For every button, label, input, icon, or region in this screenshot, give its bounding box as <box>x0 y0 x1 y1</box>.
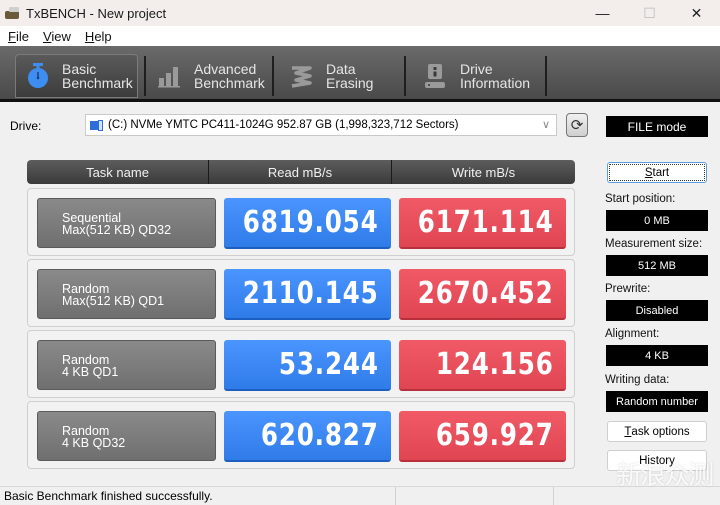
watermark: 新浪众测 <box>615 461 714 491</box>
prewrite-value[interactable]: Disabled <box>606 300 708 321</box>
results-table-header: Task name Read mB/s Write mB/s <box>27 160 575 184</box>
table-row: Sequential Max(512 KB) QD32 6819.054 6171… <box>27 188 575 256</box>
tab-advanced-benchmark[interactable]: Advanced Benchmark <box>148 54 268 98</box>
tab-basic-benchmark[interactable]: Basic Benchmark <box>15 54 138 98</box>
alignment-value[interactable]: 4 KB <box>606 345 708 366</box>
menu-help[interactable]: Help <box>85 29 112 44</box>
read-value: 620.827 <box>224 411 391 462</box>
window-title: TxBENCH - New project <box>26 5 167 21</box>
table-row: Random 4 KB QD1 53.244 124.156 <box>27 330 575 398</box>
status-separator <box>395 487 396 505</box>
tab-separator <box>404 56 406 96</box>
stopwatch-icon <box>24 62 52 90</box>
writing-data-value[interactable]: Random number <box>606 391 708 412</box>
write-value: 6171.114 <box>399 198 566 249</box>
tab-separator <box>272 56 274 96</box>
task-button[interactable]: Sequential Max(512 KB) QD32 <box>37 198 216 248</box>
file-mode-indicator: FILE mode <box>606 116 708 137</box>
refresh-icon: ⟳ <box>570 117 584 134</box>
drive-row: Drive: (C:) NVMe YMTC PC411-1024G 952.87… <box>0 113 720 139</box>
header-write: Write mB/s <box>451 164 516 180</box>
menu-bar: File View Help <box>0 26 720 46</box>
writing-data-label: Writing data: <box>605 374 670 386</box>
title-bar: TxBENCH - New project — ☐ ✕ <box>0 0 720 26</box>
read-value: 2110.145 <box>224 269 391 320</box>
header-read: Read mB/s <box>209 160 392 184</box>
menu-view[interactable]: View <box>43 29 71 44</box>
task-options-button[interactable]: Task options <box>607 421 707 442</box>
close-button[interactable]: ✕ <box>673 0 720 26</box>
header-task-name: Task name <box>27 160 209 184</box>
alignment-label: Alignment: <box>605 328 660 340</box>
drive-info-icon <box>422 62 450 90</box>
app-icon <box>5 6 21 20</box>
drive-select[interactable]: (C:) NVMe YMTC PC411-1024G 952.87 GB (1,… <box>85 114 557 136</box>
write-value: 659.927 <box>399 411 566 462</box>
refresh-drives-button[interactable]: ⟳ <box>566 113 588 137</box>
table-row: Random Max(512 KB) QD1 2110.145 2670.452 <box>27 259 575 327</box>
status-bar: Basic Benchmark finished successfully. <box>0 486 720 505</box>
write-value: 2670.452 <box>399 269 566 320</box>
start-position-value[interactable]: 0 MB <box>606 210 708 231</box>
eraser-spring-icon <box>288 62 316 90</box>
prewrite-label: Prewrite: <box>605 283 651 295</box>
tab-separator <box>144 56 146 96</box>
start-position-label: Start position: <box>605 193 676 205</box>
menu-file[interactable]: File <box>8 29 29 44</box>
tab-data-erasing[interactable]: Data Erasing <box>276 54 401 98</box>
measurement-size-label: Measurement size: <box>605 238 703 250</box>
write-value: 124.156 <box>399 340 566 391</box>
status-text: Basic Benchmark finished successfully. <box>4 489 213 503</box>
table-row: Random 4 KB QD32 620.827 659.927 <box>27 401 575 469</box>
task-button[interactable]: Random Max(512 KB) QD1 <box>37 269 216 319</box>
chevron-down-icon: ∨ <box>541 119 550 131</box>
read-value: 6819.054 <box>224 198 391 249</box>
task-button[interactable]: Random 4 KB QD32 <box>37 411 216 461</box>
tab-separator <box>545 56 547 96</box>
start-button[interactable]: Start <box>607 162 707 183</box>
drive-label: Drive: <box>10 119 42 133</box>
mode-toolbar: Basic Benchmark Advanced Benchmark Data Er… <box>0 46 720 102</box>
bar-chart-icon <box>156 62 184 90</box>
status-separator <box>553 487 554 505</box>
tab-drive-information[interactable]: Drive Information <box>408 54 543 98</box>
task-button[interactable]: Random 4 KB QD1 <box>37 340 216 390</box>
minimize-button[interactable]: — <box>579 0 626 26</box>
drive-icon <box>90 119 104 131</box>
drive-select-value: (C:) NVMe YMTC PC411-1024G 952.87 GB (1,… <box>108 119 459 131</box>
read-value: 53.244 <box>224 340 391 391</box>
maximize-button[interactable]: ☐ <box>626 0 673 26</box>
measurement-size-value[interactable]: 512 MB <box>606 255 708 276</box>
